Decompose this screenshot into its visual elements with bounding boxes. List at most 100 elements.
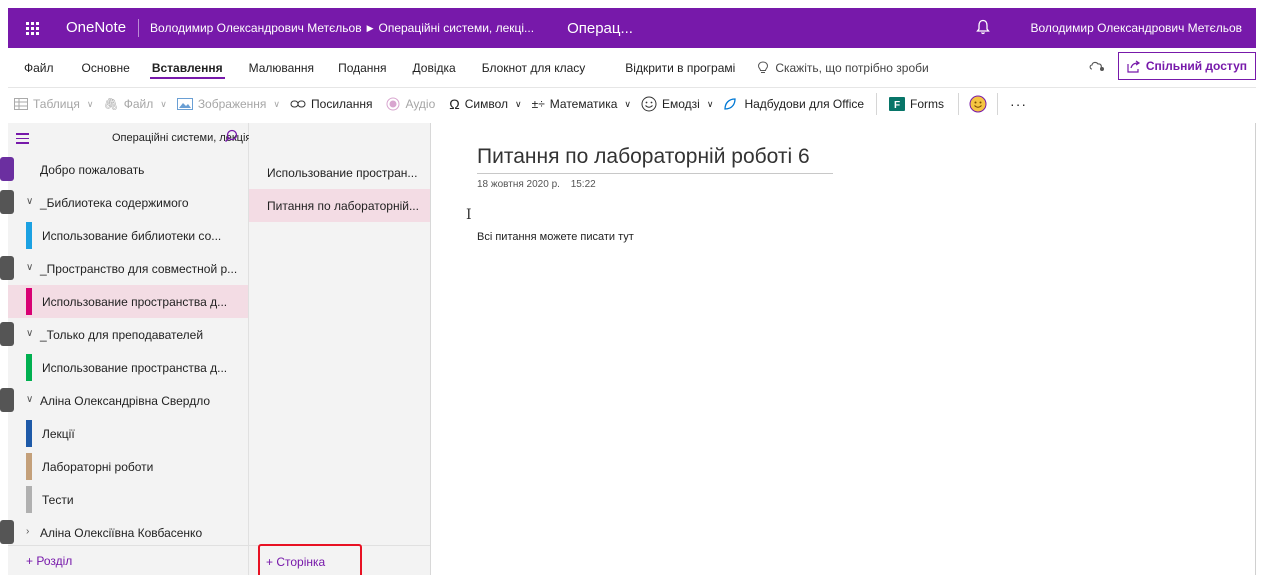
- insert-link-button[interactable]: Посилання: [290, 88, 372, 120]
- breadcrumb: Володимир Олександрович Метєльов ▶ Опера…: [150, 21, 534, 35]
- search-icon[interactable]: [224, 129, 238, 143]
- tell-me-box[interactable]: Скажіть, що потрібно зроби: [757, 60, 929, 75]
- sync-cloud-icon[interactable]: [1088, 59, 1106, 73]
- open-in-app-button[interactable]: Відкрити в програмі: [623, 48, 737, 88]
- section-group[interactable]: ∨ _Только для преподавателей: [0, 318, 248, 351]
- account-name[interactable]: Володимир Олександрович Метєльов: [1030, 21, 1242, 35]
- section-item[interactable]: Использование библиотеки со...: [8, 219, 248, 252]
- section-item[interactable]: Лабораторні роботи: [8, 450, 248, 483]
- addins-label: Надбудови для Office: [744, 97, 865, 111]
- divider: [997, 93, 999, 115]
- forms-button[interactable]: F Forms: [889, 88, 944, 120]
- share-icon: [1127, 60, 1140, 73]
- addins-icon: [724, 98, 737, 110]
- notebook-tab-icon: [0, 520, 14, 544]
- insert-audio-button[interactable]: Аудіо: [386, 88, 435, 120]
- section-label: _Только для преподавателей: [40, 327, 204, 342]
- forms-label: Forms: [910, 97, 945, 111]
- section-item[interactable]: Использование пространства д...: [8, 285, 248, 318]
- paperclip-icon: 🖇︎: [103, 97, 119, 111]
- section-label: Аліна Олександрівна Свердло: [40, 393, 211, 408]
- pages-pane: Использование простран... Питання по лаб…: [249, 123, 431, 575]
- emoji-button[interactable]: Емодзі ∨: [641, 88, 713, 120]
- tell-me-text: Скажіть, що потрібно зроби: [775, 60, 929, 75]
- divider: [958, 93, 960, 115]
- math-button[interactable]: ±÷ Математика ∨: [532, 88, 631, 120]
- section-label: _Пространство для совместной р...: [40, 261, 238, 276]
- section-group[interactable]: ∨ Аліна Олександрівна Свердло: [0, 384, 248, 417]
- notebook-tab-icon: [0, 388, 14, 412]
- section-item[interactable]: Использование пространства д...: [8, 351, 248, 384]
- link-label: Посилання: [311, 97, 373, 111]
- notifications-bell-icon[interactable]: [976, 19, 990, 35]
- section-group[interactable]: ∨ _Библиотека содержимого: [0, 186, 248, 219]
- share-button[interactable]: Спільний доступ: [1117, 52, 1256, 80]
- math-icon: ±÷: [531, 97, 545, 111]
- add-section-button[interactable]: + Розділ: [8, 545, 248, 575]
- insert-table-button[interactable]: Таблиця ∨: [14, 88, 93, 120]
- more-options-button[interactable]: ···: [1010, 88, 1027, 120]
- app-name[interactable]: OneNote: [66, 19, 140, 37]
- image-icon: [176, 98, 193, 110]
- tab-home[interactable]: Основне: [80, 48, 132, 88]
- breadcrumb-notebook[interactable]: Операційні системи, лекці...: [379, 21, 535, 35]
- symbol-label: Символ: [464, 97, 509, 111]
- notebook-tab-icon: [0, 322, 14, 346]
- section-list: Добро пожаловать ∨ _Библиотека содержимого…: [0, 153, 248, 549]
- page-date: 18 жовтня 2020 р.: [477, 179, 560, 190]
- page-item[interactable]: Использование простран...: [249, 156, 430, 189]
- note-text[interactable]: Всі питання можете писати тут: [477, 231, 634, 243]
- tab-class-notebook[interactable]: Блокнот для класу: [480, 48, 588, 88]
- office-addins-button[interactable]: Надбудови для Office: [723, 88, 864, 120]
- chevron-right-icon: ▶: [366, 22, 374, 33]
- page-timestamp: 18 жовтня 2020 р. 15:22: [477, 179, 596, 190]
- section-label: Добро пожаловать: [40, 162, 145, 177]
- page-item-selected[interactable]: Питання по лабораторній...: [249, 189, 430, 222]
- tab-view[interactable]: Подання: [336, 48, 388, 88]
- chevron-down-icon[interactable]: ∨: [26, 196, 33, 207]
- chevron-down-icon[interactable]: ∨: [26, 262, 33, 273]
- chevron-right-icon[interactable]: ›: [26, 526, 29, 537]
- section-group[interactable]: Добро пожаловать: [0, 153, 248, 186]
- ribbon-right: Спільний доступ: [1088, 52, 1256, 80]
- section-item[interactable]: Тести: [8, 483, 248, 516]
- chevron-down-icon[interactable]: ∨: [26, 394, 33, 405]
- tab-insert[interactable]: Вставлення: [149, 48, 225, 88]
- section-color-tab: [26, 486, 32, 513]
- section-label: Лекції: [42, 426, 75, 441]
- audio-label: Аудіо: [405, 97, 436, 111]
- chevron-down-icon[interactable]: ∨: [26, 328, 33, 339]
- table-label: Таблиця: [33, 97, 80, 111]
- section-label: Лабораторні роботи: [42, 459, 154, 474]
- hamburger-menu-icon[interactable]: [16, 133, 29, 147]
- section-group[interactable]: ∨ _Пространство для совместной р...: [0, 252, 248, 285]
- section-color-tab: [26, 420, 32, 447]
- app-launcher-button[interactable]: [8, 8, 56, 48]
- insert-image-button[interactable]: Зображення ∨: [176, 88, 280, 120]
- tab-file[interactable]: Файл: [22, 48, 56, 88]
- breadcrumb-user[interactable]: Володимир Олександрович Метєльов: [150, 21, 362, 35]
- section-label: Использование пространства д...: [42, 360, 228, 375]
- math-label: Математика: [549, 97, 618, 111]
- yellow-smiley-icon: [969, 95, 987, 113]
- title-bar: OneNote Володимир Олександрович Метєльов…: [8, 8, 1256, 48]
- tab-help[interactable]: Довідка: [411, 48, 458, 88]
- ribbon-tabs: Файл Основне Вставлення Малювання Поданн…: [8, 48, 1256, 88]
- sticker-button[interactable]: [969, 88, 987, 120]
- tab-draw[interactable]: Малювання: [247, 48, 316, 88]
- waffle-icon: [25, 21, 39, 35]
- section-label: _Библиотека содержимого: [40, 195, 189, 210]
- breadcrumb-page[interactable]: Операц...: [567, 20, 633, 37]
- divider: [876, 93, 878, 115]
- section-label: Тести: [42, 492, 74, 507]
- omega-icon: Ω: [449, 96, 460, 112]
- page-canvas[interactable]: Питання по лабораторній роботі 6 18 жовт…: [431, 123, 1256, 575]
- page-item-label: Питання по лабораторній...: [267, 198, 419, 213]
- insert-symbol-button[interactable]: Ω Символ ∨: [449, 88, 521, 120]
- section-color-tab: [26, 288, 32, 315]
- page-title[interactable]: Питання по лабораторній роботі 6: [477, 145, 833, 174]
- add-page-button[interactable]: + Сторінка: [258, 544, 362, 575]
- section-item[interactable]: Лекції: [8, 417, 248, 450]
- insert-file-button[interactable]: 🖇︎ Файл ∨: [103, 88, 166, 120]
- page-item-label: Использование простран...: [267, 165, 418, 180]
